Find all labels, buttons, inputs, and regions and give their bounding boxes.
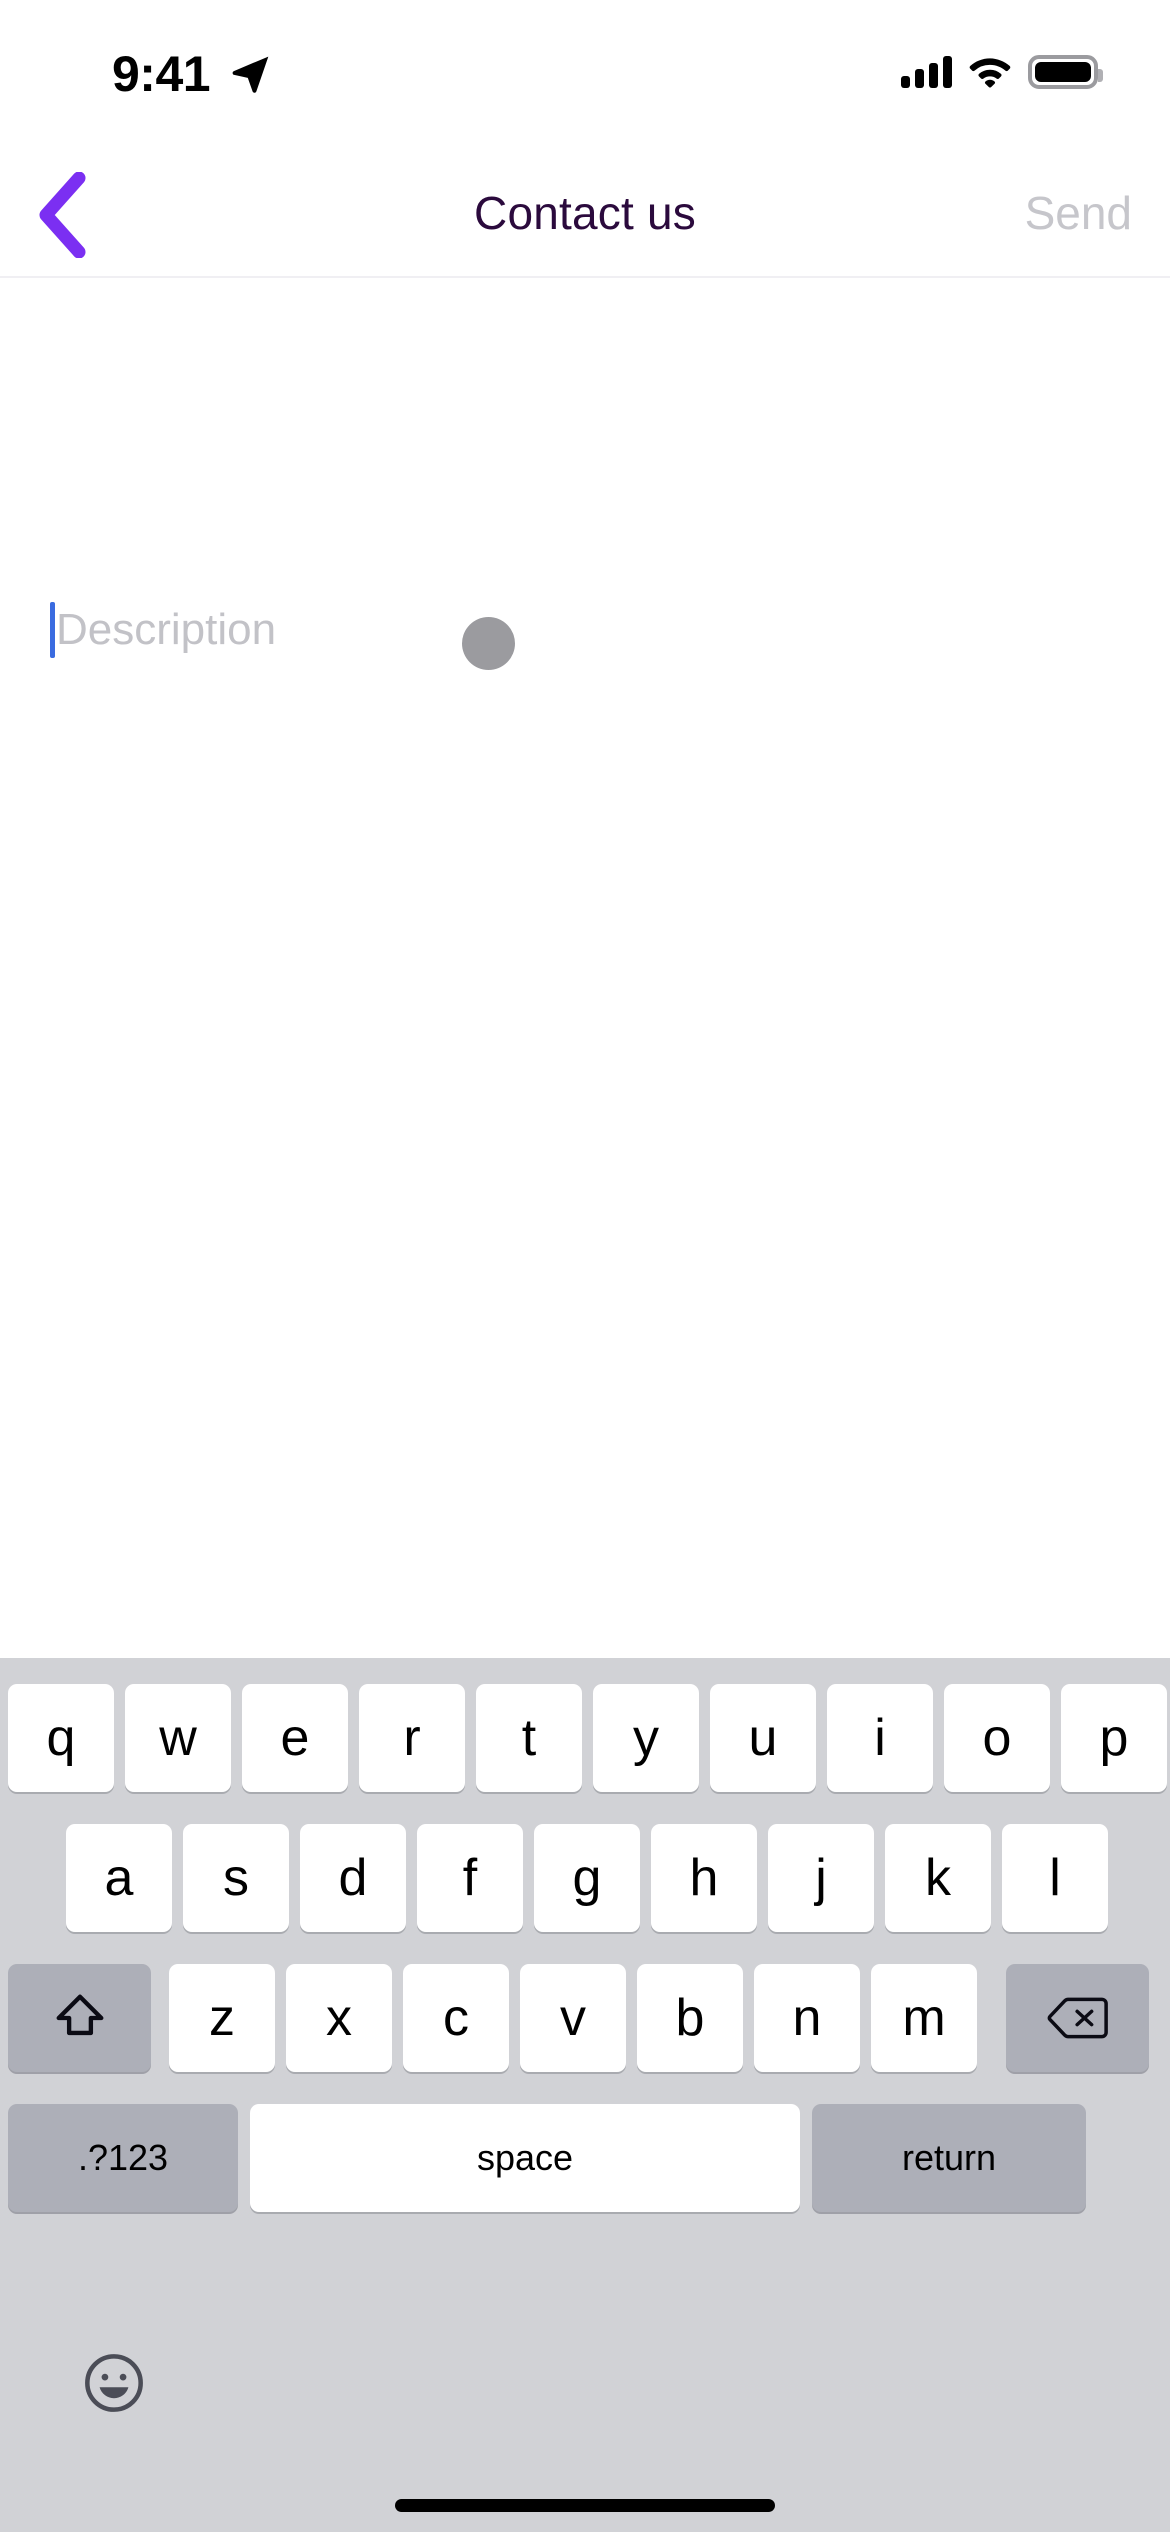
compose-area[interactable]: Description — [0, 280, 1170, 1894]
wifi-icon — [969, 58, 1011, 88]
key-n[interactable]: n — [754, 1964, 860, 2072]
key-v[interactable]: v — [520, 1964, 626, 2072]
home-indicator-bar — [395, 2499, 775, 2512]
key-s[interactable]: s — [183, 1824, 289, 1932]
key-x[interactable]: x — [286, 1964, 392, 2072]
text-caret — [50, 602, 55, 658]
key-e[interactable]: e — [242, 1684, 348, 1792]
status-bar: 9:41 — [0, 0, 1170, 148]
keyboard-row-2: a s d f g h j k l — [0, 1824, 1170, 1932]
shift-key[interactable] — [8, 1964, 151, 2072]
status-bar-time: 9:41 — [112, 46, 211, 102]
key-c[interactable]: c — [403, 1964, 509, 2072]
key-j[interactable]: j — [768, 1824, 874, 1932]
key-y[interactable]: y — [593, 1684, 699, 1792]
page-title: Contact us — [474, 187, 696, 239]
key-i[interactable]: i — [827, 1684, 933, 1792]
keyboard-row-3: z x c v b n m — [0, 1964, 1170, 2072]
key-p[interactable]: p — [1061, 1684, 1167, 1792]
key-o[interactable]: o — [944, 1684, 1050, 1792]
key-f[interactable]: f — [417, 1824, 523, 1932]
key-q[interactable]: q — [8, 1684, 114, 1792]
key-w[interactable]: w — [125, 1684, 231, 1792]
key-h[interactable]: h — [651, 1824, 757, 1932]
space-key[interactable]: space — [250, 2104, 800, 2212]
numbers-key[interactable]: .?123 — [8, 2104, 238, 2212]
on-screen-keyboard[interactable]: q w e r t y u i o p a s d f g h j k l z … — [0, 1658, 1170, 2532]
location-arrow-icon — [232, 56, 269, 93]
key-z[interactable]: z — [169, 1964, 275, 2072]
cellular-signal-icon — [901, 56, 952, 88]
status-bar-indicators — [901, 50, 1103, 94]
gray-circle-avatar — [462, 617, 515, 670]
shift-arrow-up-icon — [56, 1994, 103, 2036]
key-k[interactable]: k — [885, 1824, 991, 1932]
return-key[interactable]: return — [812, 2104, 1086, 2212]
delete-left-icon — [1047, 1997, 1108, 2039]
key-g[interactable]: g — [534, 1824, 640, 1932]
key-t[interactable]: t — [476, 1684, 582, 1792]
battery-full-icon — [1028, 55, 1103, 89]
keyboard-row-1: q w e r t y u i o p — [0, 1684, 1170, 1792]
emoji-key[interactable] — [82, 2351, 146, 2415]
key-d[interactable]: d — [300, 1824, 406, 1932]
smiley-face-icon — [85, 2354, 143, 2412]
send-button[interactable]: Send — [1025, 184, 1132, 242]
key-l[interactable]: l — [1002, 1824, 1108, 1932]
key-u[interactable]: u — [710, 1684, 816, 1792]
description-input[interactable]: Description — [56, 602, 276, 658]
keyboard-row-4: .?123 space return — [0, 2104, 1170, 2212]
key-a[interactable]: a — [66, 1824, 172, 1932]
backspace-key[interactable] — [1006, 1964, 1149, 2072]
key-r[interactable]: r — [359, 1684, 465, 1792]
key-m[interactable]: m — [871, 1964, 977, 2072]
navigation-header: Contact us Send — [0, 148, 1170, 278]
key-b[interactable]: b — [637, 1964, 743, 2072]
